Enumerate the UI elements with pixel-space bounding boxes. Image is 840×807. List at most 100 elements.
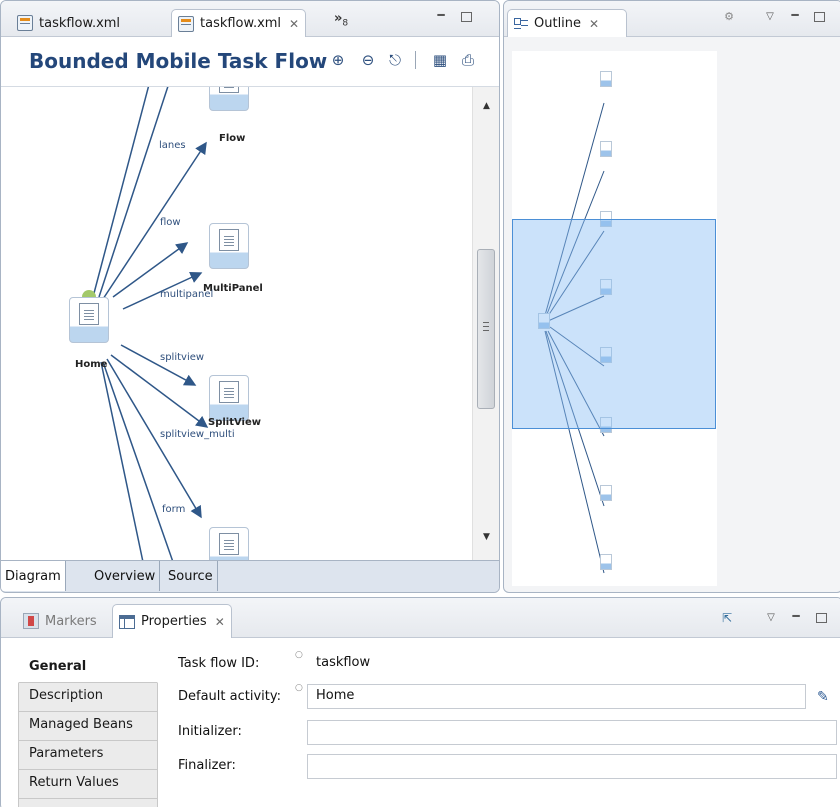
page-icon <box>79 303 99 325</box>
pin-icon[interactable]: ⇱ <box>721 612 733 624</box>
minimize-icon[interactable]: ━ <box>790 610 802 622</box>
view-menu-chevron-icon[interactable]: ▽ <box>765 612 777 624</box>
initializer-field[interactable] <box>307 720 837 745</box>
diagram-canvas[interactable]: Flow MultiPanel Home SplitView lanes flo… <box>1 87 472 560</box>
tab-label: Outline <box>534 16 582 31</box>
close-icon[interactable]: ✕ <box>289 17 299 31</box>
node-flow[interactable] <box>209 87 249 111</box>
side-tab-general[interactable]: General <box>18 654 158 683</box>
tab-label: taskflow.xml <box>200 16 282 31</box>
taskflow-file-icon <box>17 15 33 31</box>
print-icon[interactable]: ⎙ <box>458 50 478 70</box>
editor-tab-bar: taskflow.xml taskflow.xml ✕ »8 ━ <box>1 1 499 37</box>
tab-label: Markers <box>45 613 97 629</box>
tab-outline[interactable]: Outline ✕ <box>507 9 627 37</box>
tab-label: Properties <box>141 614 207 629</box>
edge-line[interactable] <box>92 87 151 298</box>
view-menu-cog-icon[interactable]: ⚙ <box>723 11 735 23</box>
scroll-up-icon[interactable]: ▲ <box>473 101 499 121</box>
maximize-icon[interactable] <box>461 12 472 22</box>
node-multipanel[interactable] <box>209 223 249 269</box>
outline-panel: Outline ✕ ⚙ ▽ ━ <box>503 0 840 593</box>
info-bulb-icon: ○ <box>295 683 303 693</box>
maximize-icon[interactable] <box>816 613 827 623</box>
tab-source[interactable]: Source <box>164 561 218 591</box>
mini-node <box>600 141 612 157</box>
tab-markers[interactable]: Markers <box>17 604 103 638</box>
side-tab-return-values[interactable]: Return Values <box>18 770 158 799</box>
properties-tab-bar: Markers Properties ✕ ⇱ ▽ ━ <box>1 598 840 638</box>
default-activity-field[interactable]: Home <box>307 684 806 709</box>
edge-label-flow: flow <box>160 217 181 228</box>
info-bulb-icon: ○ <box>295 650 303 660</box>
outline-viewport[interactable] <box>512 219 716 429</box>
finalizer-field[interactable] <box>307 754 837 779</box>
default-activity-label: Default activity: <box>178 689 281 704</box>
page-icon <box>219 533 239 555</box>
vertical-scrollbar[interactable]: ▲ ▼ <box>472 87 499 560</box>
task-flow-id-field[interactable]: taskflow <box>307 651 807 676</box>
outline-tab-bar: Outline ✕ ⚙ ▽ ━ <box>504 1 840 37</box>
node-label-splitview: SplitView <box>208 417 262 428</box>
node-label-home: Home <box>75 359 108 370</box>
edge-label-multipanel: multipanel <box>160 289 214 300</box>
edge-label-splitview-multi: splitview_multi <box>160 429 235 440</box>
tab-label: taskflow.xml <box>39 15 121 31</box>
minimize-icon[interactable]: ━ <box>789 9 801 21</box>
page-icon <box>219 229 239 251</box>
edge-label-lanes: lanes <box>159 140 186 151</box>
node-label-flow: Flow <box>219 133 246 144</box>
edge-line[interactable] <box>102 141 207 300</box>
mini-node <box>600 485 612 501</box>
side-tab-managed-beans[interactable]: Managed Beans <box>18 712 158 741</box>
diagram-header: Bounded Mobile Task Flow ⊕ ⊖ ⎋ ▦ ⎙ <box>1 37 499 87</box>
side-tab-description[interactable]: Description <box>18 683 158 712</box>
edge-line[interactable] <box>98 87 171 298</box>
properties-side-tabs: General Description Managed Beans Parame… <box>18 654 158 807</box>
overflow-count: 8 <box>342 18 349 29</box>
outline-icon <box>514 17 528 31</box>
zoom-in-icon[interactable]: ⊕ <box>328 50 348 70</box>
edge-label-splitview: splitview <box>160 352 205 363</box>
zoom-fit-icon[interactable]: ⎋ <box>385 50 405 70</box>
tab-overview[interactable]: Overview <box>90 561 161 591</box>
initializer-label: Initializer: <box>178 724 242 739</box>
zoom-out-icon[interactable]: ⊖ <box>358 50 378 70</box>
node-splitview[interactable] <box>209 375 249 421</box>
page-icon <box>219 87 239 93</box>
toolbar-separator <box>415 51 416 69</box>
mini-node <box>600 554 612 570</box>
edge-line[interactable] <box>102 361 174 560</box>
close-icon[interactable]: ✕ <box>215 615 225 629</box>
side-tab-spacer <box>18 799 158 807</box>
edge-label-form: form <box>162 504 186 515</box>
tab-taskflow-xml-1[interactable]: taskflow.xml <box>11 9 126 37</box>
scroll-down-icon[interactable]: ▼ <box>473 532 499 552</box>
view-menu-chevron-icon[interactable]: ▽ <box>764 11 776 23</box>
markers-icon <box>23 613 39 629</box>
outline-thumbnail[interactable] <box>512 51 717 586</box>
maximize-icon[interactable] <box>814 12 825 22</box>
side-tab-parameters[interactable]: Parameters <box>18 741 158 770</box>
taskflow-file-icon <box>178 15 194 32</box>
edge-line[interactable] <box>120 344 197 386</box>
editor-panel: taskflow.xml taskflow.xml ✕ »8 ━ Bounded… <box>0 0 500 593</box>
node-form[interactable] <box>209 527 249 560</box>
edit-activity-icon[interactable]: ✎ <box>817 689 837 709</box>
tab-taskflow-xml-2[interactable]: taskflow.xml ✕ <box>171 9 307 37</box>
page-icon <box>219 381 239 403</box>
editor-view-tabs: Diagram Overview Source <box>1 560 499 592</box>
minimize-icon[interactable]: ━ <box>435 9 447 21</box>
finalizer-label: Finalizer: <box>178 758 236 773</box>
save-image-icon[interactable]: ▦ <box>430 50 450 70</box>
close-icon[interactable]: ✕ <box>589 17 599 31</box>
diagram-title: Bounded Mobile Task Flow <box>29 49 328 73</box>
edge-line[interactable] <box>100 361 144 560</box>
tab-overflow-button[interactable]: »8 <box>334 11 348 29</box>
node-home[interactable] <box>69 297 109 343</box>
tab-properties[interactable]: Properties ✕ <box>112 604 232 638</box>
properties-icon <box>119 614 135 629</box>
scroll-thumb[interactable] <box>477 249 495 409</box>
tab-diagram[interactable]: Diagram <box>1 561 66 591</box>
task-flow-id-label: Task flow ID: <box>178 656 260 671</box>
